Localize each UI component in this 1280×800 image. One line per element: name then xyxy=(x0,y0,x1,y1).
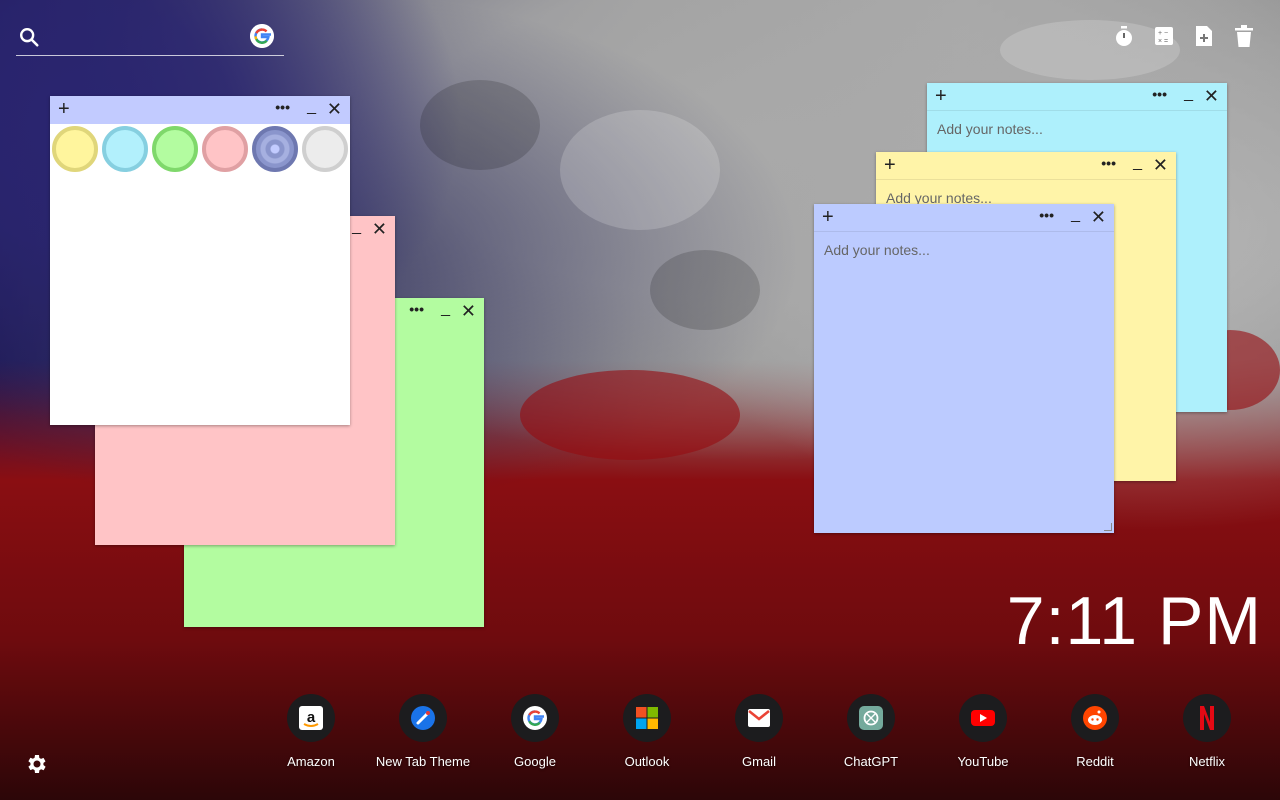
shortcut-chatgpt[interactable]: ChatGPT xyxy=(815,694,927,769)
close-icon[interactable]: ✕ xyxy=(372,218,387,240)
more-options-icon[interactable]: ••• xyxy=(275,98,290,116)
background-splat xyxy=(650,250,760,330)
shortcut-reddit[interactable]: Reddit xyxy=(1039,694,1151,769)
more-options-icon[interactable]: ••• xyxy=(1152,85,1167,103)
shortcut-label: Netflix xyxy=(1188,754,1226,769)
search-bar xyxy=(16,22,284,56)
netflix-icon[interactable] xyxy=(1183,694,1231,742)
shortcut-new-tab-theme[interactable]: New Tab Theme xyxy=(367,694,479,769)
toolbar: + − × = xyxy=(1113,24,1255,48)
close-icon[interactable]: ✕ xyxy=(1153,154,1168,176)
shortcut-netflix[interactable]: Netflix xyxy=(1151,694,1263,769)
note-textarea[interactable]: Add your notes... xyxy=(937,121,1217,137)
shortcut-youtube[interactable]: YouTube xyxy=(927,694,1039,769)
shortcut-label: YouTube xyxy=(957,754,1009,769)
background-splat xyxy=(420,80,540,170)
add-note-icon[interactable]: + xyxy=(935,85,953,107)
close-icon[interactable]: ✕ xyxy=(327,98,342,120)
note-titlebar[interactable]: + ••• _ ✕ xyxy=(927,83,1227,111)
resize-handle[interactable] xyxy=(1104,523,1112,531)
minimize-icon[interactable]: _ xyxy=(1184,85,1193,103)
note-textarea[interactable]: Add your notes... xyxy=(824,242,1104,258)
google-icon[interactable] xyxy=(511,694,559,742)
close-icon[interactable]: ✕ xyxy=(461,300,476,322)
close-icon[interactable]: ✕ xyxy=(1204,85,1219,107)
shortcut-dock: a Amazon New Tab Theme Google Outlook Gm… xyxy=(255,694,1265,769)
note-titlebar[interactable]: + ••• _ ✕ xyxy=(814,204,1114,232)
color-swatch-pink[interactable] xyxy=(202,126,248,172)
color-swatch-green[interactable] xyxy=(152,126,198,172)
search-input[interactable] xyxy=(50,24,250,50)
settings-icon[interactable] xyxy=(24,752,48,776)
note-titlebar[interactable]: + ••• _ ✕ xyxy=(50,96,350,124)
color-swatch-yellow[interactable] xyxy=(52,126,98,172)
new-note-icon[interactable] xyxy=(1193,24,1215,48)
close-icon[interactable]: ✕ xyxy=(1091,206,1106,228)
minimize-icon[interactable]: _ xyxy=(1071,206,1080,224)
gmail-icon[interactable] xyxy=(735,694,783,742)
background-splat xyxy=(560,110,720,230)
color-swatch-blue[interactable] xyxy=(252,126,298,172)
add-note-icon[interactable]: + xyxy=(884,154,902,176)
minimize-icon[interactable]: _ xyxy=(1133,154,1142,172)
color-palette xyxy=(52,126,348,172)
minimize-icon[interactable]: _ xyxy=(307,98,316,116)
chatgpt-icon[interactable] xyxy=(847,694,895,742)
reddit-icon[interactable] xyxy=(1071,694,1119,742)
trash-icon[interactable] xyxy=(1233,24,1255,48)
shortcut-outlook[interactable]: Outlook xyxy=(591,694,703,769)
shortcut-label: ChatGPT xyxy=(843,754,899,769)
svg-text:+ −: + − xyxy=(1158,30,1168,37)
timer-icon[interactable] xyxy=(1113,24,1135,48)
more-options-icon[interactable]: ••• xyxy=(1039,206,1054,224)
shortcut-gmail[interactable]: Gmail xyxy=(703,694,815,769)
shortcut-google[interactable]: Google xyxy=(479,694,591,769)
svg-text:a: a xyxy=(307,709,316,726)
shortcut-label: Outlook xyxy=(624,754,670,769)
amazon-icon[interactable]: a xyxy=(287,694,335,742)
color-swatch-cyan[interactable] xyxy=(102,126,148,172)
shortcut-label: Amazon xyxy=(287,754,335,769)
sticky-note-blue[interactable]: + ••• _ ✕ Add your notes... xyxy=(814,204,1114,533)
add-note-icon[interactable]: + xyxy=(822,206,840,228)
minimize-icon[interactable]: _ xyxy=(352,218,361,236)
clock: 7:11 PM xyxy=(1006,583,1262,659)
add-note-icon[interactable]: + xyxy=(58,98,76,120)
shortcut-label: Reddit xyxy=(1076,754,1114,769)
google-icon[interactable] xyxy=(250,24,274,48)
sticky-note-color-picker[interactable]: + ••• _ ✕ xyxy=(50,96,350,425)
svg-text:× =: × = xyxy=(1158,38,1168,45)
more-options-icon[interactable]: ••• xyxy=(1101,154,1116,172)
background-splat xyxy=(520,370,740,460)
search-icon[interactable] xyxy=(18,26,40,48)
shortcut-label: Gmail xyxy=(742,754,776,769)
minimize-icon[interactable]: _ xyxy=(441,300,450,318)
shortcut-label: Google xyxy=(514,754,556,769)
shortcut-amazon[interactable]: a Amazon xyxy=(255,694,367,769)
outlook-icon[interactable] xyxy=(623,694,671,742)
color-swatch-white[interactable] xyxy=(302,126,348,172)
calculator-icon[interactable]: + − × = xyxy=(1153,24,1175,48)
shortcut-label: New Tab Theme xyxy=(375,754,471,769)
youtube-icon[interactable] xyxy=(959,694,1007,742)
note-titlebar[interactable]: + ••• _ ✕ xyxy=(876,152,1176,180)
more-options-icon[interactable]: ••• xyxy=(409,300,424,318)
new-tab-theme-icon[interactable] xyxy=(399,694,447,742)
